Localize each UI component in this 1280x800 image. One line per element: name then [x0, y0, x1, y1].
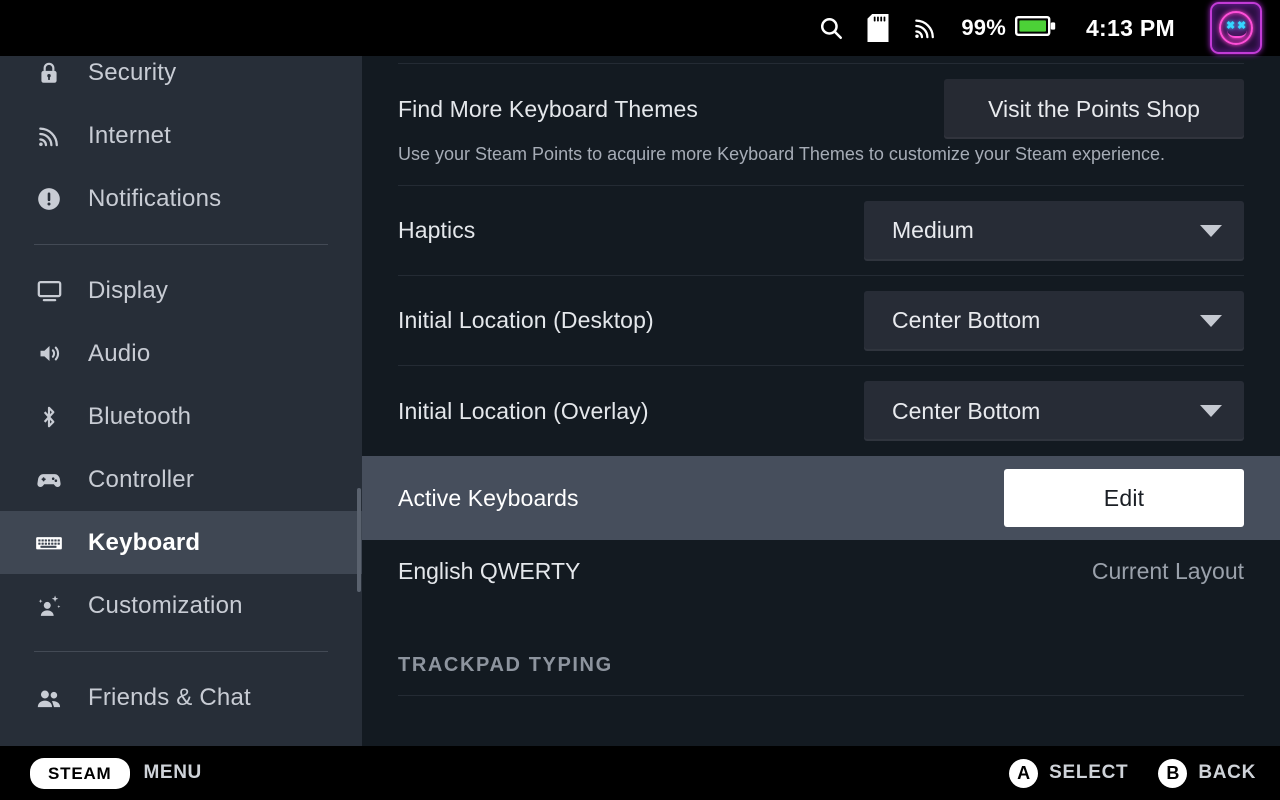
- a-button-icon: A: [1009, 758, 1039, 788]
- keyboard-layout-row[interactable]: English QWERTY Current Layout: [398, 540, 1244, 602]
- initial-location-desktop-value: Center Bottom: [892, 307, 1041, 333]
- keyboard-layout-status: Current Layout: [1091, 557, 1244, 584]
- initial-location-overlay-value: Center Bottom: [892, 397, 1041, 424]
- wifi-icon: [34, 121, 64, 151]
- sidebar-scroll-content: System Security: [0, 0, 362, 729]
- select-hint[interactable]: A SELECT: [1009, 758, 1129, 788]
- back-hint[interactable]: B BACK: [1158, 758, 1256, 788]
- battery-percent-label: 99%: [961, 15, 1006, 40]
- active-keyboards-row[interactable]: Active Keyboards Edit: [362, 456, 1280, 540]
- b-button-icon: B: [1158, 758, 1188, 788]
- status-bar: 99% 4:13 PM ✖ ✖: [0, 0, 1280, 56]
- settings-sidebar: System Security: [0, 0, 362, 746]
- avatar-mouth: [1227, 30, 1247, 38]
- monitor-icon: [34, 276, 64, 306]
- sd-card-icon[interactable]: [867, 14, 889, 42]
- wifi-icon[interactable]: [912, 15, 938, 41]
- sidebar-divider-1: [34, 244, 328, 245]
- sidebar-item-audio[interactable]: Audio: [0, 322, 362, 385]
- find-more-themes-label: Find More Keyboard Themes: [398, 95, 698, 122]
- trackpad-typing-heading: TRACKPAD TYPING: [398, 654, 613, 676]
- gamepad-icon: [34, 465, 64, 495]
- sidebar-item-label: Notifications: [88, 184, 222, 212]
- search-icon[interactable]: [818, 15, 844, 41]
- battery-icon: [1014, 14, 1057, 43]
- clock-label: 4:13 PM: [1085, 14, 1175, 41]
- sidebar-item-internet[interactable]: Internet: [0, 104, 362, 167]
- sidebar-item-label: Friends & Chat: [88, 683, 251, 711]
- sidebar-item-display[interactable]: Display: [0, 259, 362, 322]
- bluetooth-icon: [34, 402, 64, 432]
- steam-deck-settings-screen: System Security: [0, 0, 1280, 800]
- visit-points-shop-button[interactable]: Visit the Points Shop: [944, 79, 1244, 139]
- initial-location-overlay-row: Initial Location (Overlay) Center Bottom: [398, 366, 1244, 456]
- find-more-themes-row: Find More Keyboard Themes Visit the Poin…: [398, 64, 1244, 154]
- speaker-icon: [34, 339, 64, 369]
- lock-icon: [34, 58, 64, 88]
- sidebar-item-label: Internet: [88, 121, 171, 149]
- keyboard-icon: [34, 528, 64, 558]
- active-keyboards-label: Active Keyboards: [398, 484, 579, 511]
- footer-hint-bar: STEAM MENU A SELECT B BACK: [0, 746, 1280, 800]
- avatar-face: ✖ ✖: [1219, 11, 1253, 45]
- sidebar-divider-2: [34, 651, 328, 652]
- haptics-dropdown[interactable]: Medium: [864, 200, 1244, 261]
- menu-label: MENU: [143, 762, 202, 783]
- haptics-value: Medium: [892, 217, 974, 243]
- sidebar-item-label: Controller: [88, 465, 195, 493]
- chevron-down-icon: [1200, 314, 1222, 327]
- notification-icon: [34, 184, 64, 214]
- steam-button[interactable]: STEAM: [30, 757, 130, 789]
- keyboard-layout-name: English QWERTY: [398, 557, 581, 584]
- avatar[interactable]: ✖ ✖: [1210, 2, 1262, 54]
- sidebar-item-label: Customization: [88, 591, 243, 619]
- friends-icon: [34, 683, 64, 713]
- sidebar-scrollbar[interactable]: [357, 488, 361, 592]
- sidebar-item-friends-and-chat[interactable]: Friends & Chat: [0, 666, 362, 729]
- edit-active-keyboards-button[interactable]: Edit: [1004, 469, 1244, 527]
- sparkle-person-icon: [34, 591, 64, 621]
- initial-location-overlay-label: Initial Location (Overlay): [398, 397, 649, 424]
- settings-main-panel: Current Keyboard Theme DEX-85: [362, 0, 1280, 746]
- battery-status[interactable]: 99%: [961, 14, 1057, 43]
- sidebar-item-customization[interactable]: Customization: [0, 574, 362, 637]
- chevron-down-icon: [1200, 405, 1222, 417]
- chevron-down-icon: [1200, 224, 1222, 237]
- sidebar-item-bluetooth[interactable]: Bluetooth: [0, 385, 362, 448]
- initial-location-desktop-dropdown[interactable]: Center Bottom: [864, 290, 1244, 351]
- sidebar-item-label: Audio: [88, 339, 151, 367]
- sidebar-item-label: Keyboard: [88, 528, 201, 556]
- haptics-row: Haptics Medium: [398, 186, 1244, 276]
- haptics-label: Haptics: [398, 217, 476, 243]
- sidebar-item-label: Display: [88, 276, 169, 304]
- settings-scroll-content: Current Keyboard Theme DEX-85: [362, 0, 1280, 696]
- sidebar-item-label: Security: [88, 58, 177, 86]
- initial-location-desktop-row: Initial Location (Desktop) Center Bottom: [398, 276, 1244, 366]
- find-more-themes-description: Use your Steam Points to acquire more Ke…: [398, 144, 1166, 164]
- initial-location-overlay-dropdown[interactable]: Center Bottom: [864, 381, 1244, 441]
- sidebar-item-keyboard[interactable]: Keyboard: [0, 511, 362, 574]
- select-hint-label: SELECT: [1049, 762, 1129, 783]
- back-hint-label: BACK: [1198, 762, 1256, 783]
- initial-location-desktop-label: Initial Location (Desktop): [398, 307, 654, 333]
- sidebar-item-controller[interactable]: Controller: [0, 448, 362, 511]
- sidebar-item-notifications[interactable]: Notifications: [0, 167, 362, 230]
- status-bar-icons: 99% 4:13 PM ✖ ✖: [818, 2, 1280, 54]
- sidebar-item-label: Bluetooth: [88, 402, 192, 430]
- separator-after-trackpad-heading: [398, 695, 1244, 696]
